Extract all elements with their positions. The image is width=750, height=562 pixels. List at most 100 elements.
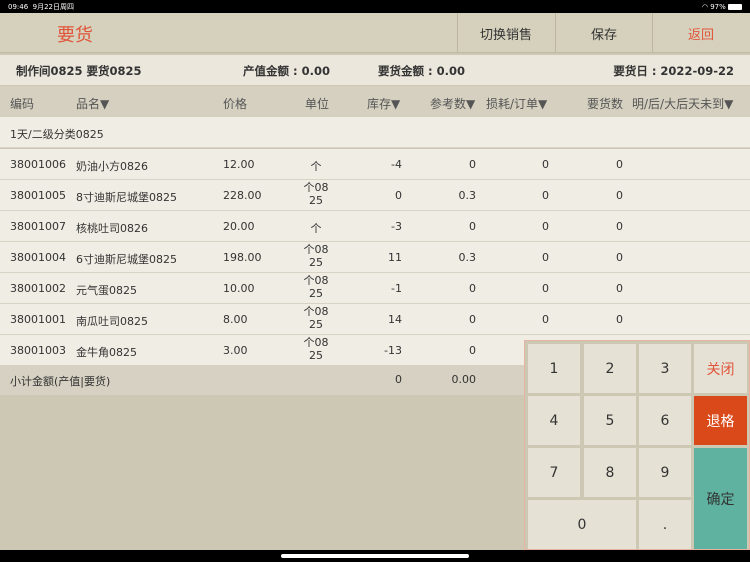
table-row[interactable]: 38001001 南瓜吐司0825 8.00 个0825 14 0 0 0 [0,304,750,335]
cell-qty[interactable]: 0 [616,313,623,326]
cell-name: 南瓜吐司0825 [76,315,148,328]
numeric-keypad: 1 2 3 关闭 4 5 6 退格 7 8 9 确定 0 . [524,340,750,550]
cell-name: 奶油小方0826 [76,160,148,173]
cell-unit: 个0825 [303,274,329,300]
col-name[interactable]: 品名▼ [76,95,109,112]
col-ref[interactable]: 参考数▼ [430,95,475,112]
cell-stock: 0 [395,189,402,202]
back-button[interactable]: 返回 [652,13,749,53]
cell-stock: -3 [391,220,402,233]
cell-qty[interactable]: 0 [616,251,623,264]
key-2[interactable]: 2 [584,344,636,393]
cell-name: 6寸迪斯尼城堡0825 [76,253,177,266]
table-row[interactable]: 38001006 奶油小方0826 12.00 个 -4 0 0 0 [0,149,750,180]
group-row: 1天/二级分类0825 [0,117,750,148]
cell-stock: -13 [384,344,402,357]
cell-name: 金牛角0825 [76,346,137,359]
cell-qty[interactable]: 0 [616,220,623,233]
key-7[interactable]: 7 [528,448,580,497]
cell-price: 12.00 [223,158,255,171]
cell-stock: 14 [388,313,402,326]
status-time: 09:46 [8,2,29,11]
cell-ref: 0.3 [458,251,477,264]
cell-qty[interactable]: 0 [616,189,623,202]
cell-ref: 0 [469,158,476,171]
order-amount: 要货金额 : 0.00 [378,64,465,78]
key-0[interactable]: 0 [528,500,636,549]
col-qty: 要货数 [587,97,624,111]
cell-loss: 0 [542,251,549,264]
backspace-button[interactable]: 退格 [694,396,747,445]
cell-stock: -4 [391,158,402,171]
col-unit: 单位 [305,97,330,111]
subtotal-amount: 0.00 [451,373,477,386]
cell-ref: 0 [469,220,476,233]
save-button[interactable]: 保存 [555,13,652,53]
cell-code: 38001001 [10,313,66,326]
key-9[interactable]: 9 [639,448,691,497]
key-6[interactable]: 6 [639,396,691,445]
cell-unit: 个 [310,160,322,173]
page-title: 要货 [57,25,93,46]
wifi-icon: ◠ [701,2,708,11]
cell-loss: 0 [542,282,549,295]
cell-name: 核桃吐司0826 [76,222,148,235]
key-dot[interactable]: . [639,500,691,549]
cell-price: 3.00 [223,344,248,357]
table-row[interactable]: 38001004 6寸迪斯尼城堡0825 198.00 个0825 11 0.3 0 0 [0,242,750,273]
cell-price: 20.00 [223,220,255,233]
key-1[interactable]: 1 [528,344,580,393]
cell-loss: 0 [542,158,549,171]
cell-name: 8寸迪斯尼城堡0825 [76,191,177,204]
cell-loss: 0 [542,313,549,326]
cell-code: 38001002 [10,282,66,295]
table-row[interactable]: 38001005 8寸迪斯尼城堡0825 228.00 个0825 0 0.3 0 0 [0,180,750,211]
cell-stock: 11 [388,251,402,264]
cell-stock: -1 [391,282,402,295]
table-row[interactable]: 38001007 核桃吐司0826 20.00 个 -3 0 0 0 [0,211,750,242]
col-price: 价格 [223,97,248,111]
table-row[interactable]: 38001002 元气蛋0825 10.00 个0825 -1 0 0 0 [0,273,750,304]
col-stock[interactable]: 库存▼ [367,95,400,112]
status-date: 9月22日周四 [32,2,75,11]
cell-unit: 个0825 [303,181,329,207]
info-bar: 制作间0825 要货0825 产值金额 : 0.00 要货金额 : 0.00 要… [0,55,750,85]
cell-unit: 个0825 [303,305,329,331]
status-bar: 09:46 9月22日周四 ◠ 97% [0,0,750,13]
confirm-button[interactable]: 确定 [694,448,747,549]
cell-loss: 0 [542,220,549,233]
cell-unit: 个0825 [303,336,329,362]
home-indicator[interactable] [281,554,469,558]
subtotal-stock: 0 [395,373,402,386]
subtotal-label: 小计金额(产值|要货) [10,375,111,388]
cell-price: 10.00 [223,282,255,295]
order-date: 要货日 : 2022-09-22 [613,64,734,78]
group-label: 1天/二级分类0825 [10,128,104,141]
cell-ref: 0 [469,344,476,357]
cell-code: 38001006 [10,158,66,171]
key-5[interactable]: 5 [584,396,636,445]
cell-ref: 0.3 [458,189,477,202]
key-4[interactable]: 4 [528,396,580,445]
cell-code: 38001003 [10,344,66,357]
cell-ref: 0 [469,282,476,295]
close-button[interactable]: 关闭 [694,344,747,393]
cell-code: 38001007 [10,220,66,233]
col-loss[interactable]: 损耗/订单▼ [486,95,547,112]
cell-unit: 个 [310,222,322,235]
cell-code: 38001004 [10,251,66,264]
col-code: 编码 [10,97,35,111]
cell-price: 198.00 [223,251,262,264]
cell-qty[interactable]: 0 [616,158,623,171]
table-header: 编码 品名▼ 价格 单位 库存▼ 参考数▼ 损耗/订单▼ 要货数 明/后/大后天… [0,86,750,117]
cell-qty[interactable]: 0 [616,282,623,295]
key-8[interactable]: 8 [584,448,636,497]
battery-level: 97% [710,2,726,11]
col-pending[interactable]: 明/后/大后天未到▼ [632,95,733,112]
switch-sales-button[interactable]: 切换销售 [457,13,554,53]
cell-code: 38001005 [10,189,66,202]
cell-loss: 0 [542,189,549,202]
cell-name: 元气蛋0825 [76,284,137,297]
cell-ref: 0 [469,313,476,326]
key-3[interactable]: 3 [639,344,691,393]
